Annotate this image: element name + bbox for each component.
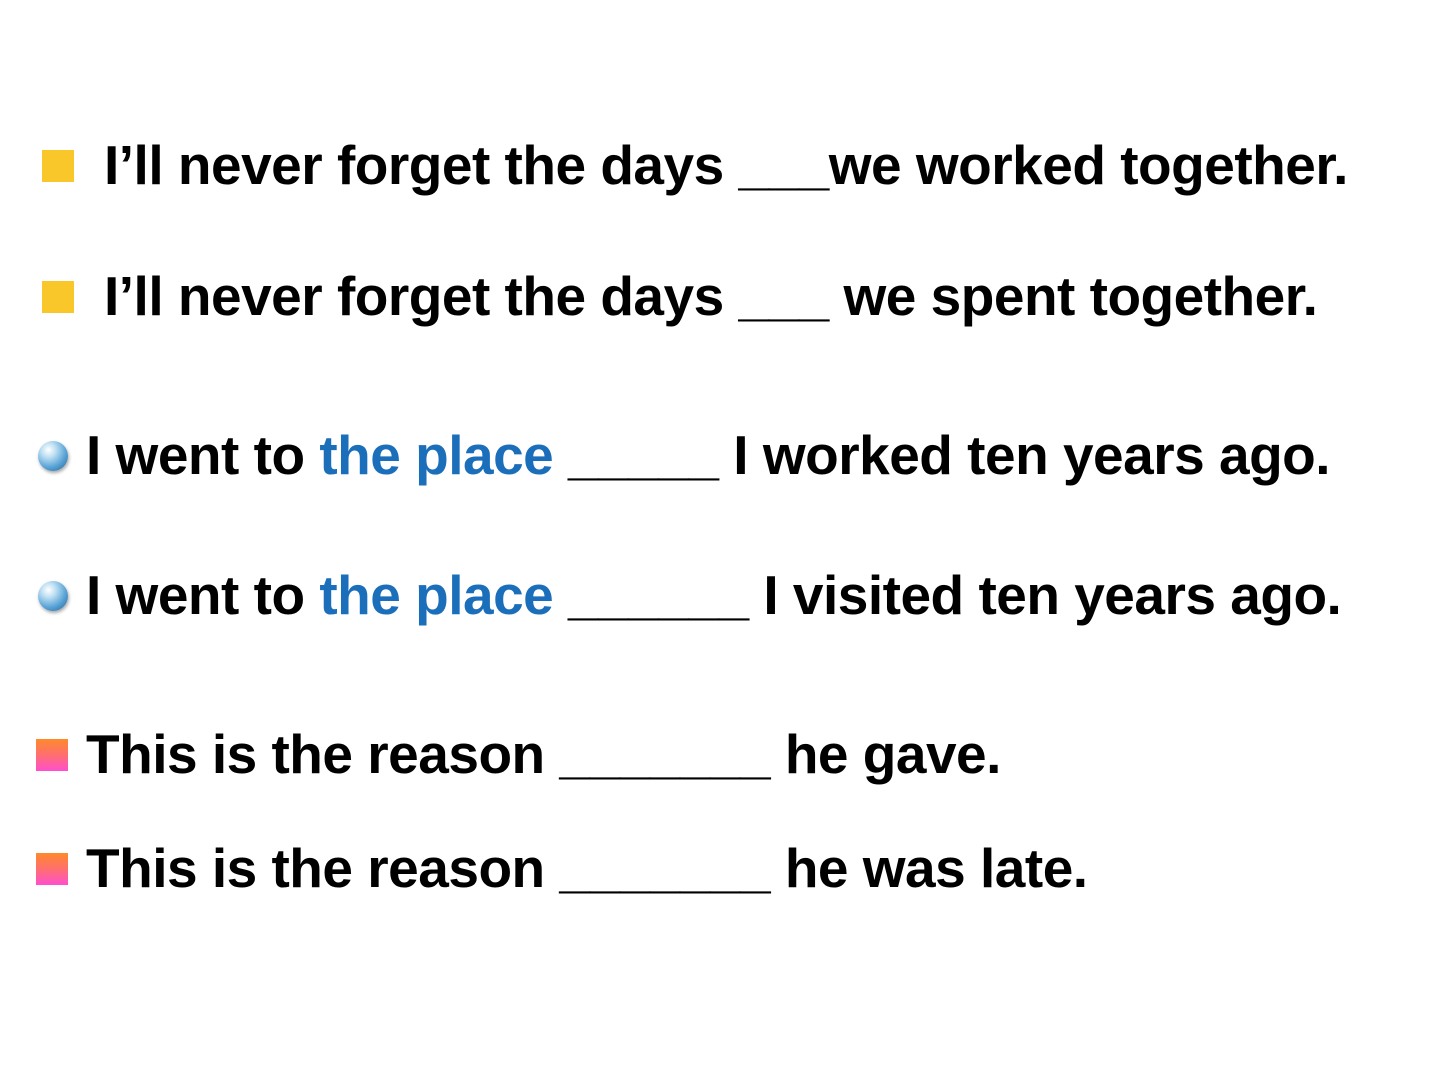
sentence-part-after: _____ I worked ten years ago. [553,424,1331,486]
sentence-part-before: I went to [86,564,320,626]
sentence-line-1: I’ll never forget the days ___we worked … [42,138,1348,193]
sentence-text: This is the reason _______ he was late. [86,837,1088,899]
sentence-part-before: I went to [86,424,320,486]
sentence-text: I’ll never forget the days ___we worked … [104,134,1348,196]
highlighted-phrase: the place [319,424,554,486]
ball-bullet-icon [38,580,68,611]
highlighted-phrase: the place [319,564,554,626]
sentence-part-after: ______ I visited ten years ago. [553,564,1342,626]
sentence-line-5: This is the reason _______ he gave. [36,727,1001,782]
sentence-line-3: I went to the place _____ I worked ten y… [38,428,1331,483]
sentence-text: I went to the place ______ I visited ten… [86,568,1342,623]
gradient-square-bullet-icon [36,852,68,885]
square-bullet-icon [42,280,74,313]
sentence-text: I’ll never forget the days ___ we spent … [104,265,1318,327]
gradient-square-bullet-icon [36,738,68,771]
sentence-line-2: I’ll never forget the days ___ we spent … [42,265,1318,327]
ball-bullet-icon [38,440,68,471]
sentence-line-4: I went to the place ______ I visited ten… [38,568,1342,623]
sentence-text: I went to the place _____ I worked ten y… [86,428,1331,483]
square-bullet-icon [42,149,74,182]
sentence-line-6: This is the reason _______ he was late. [36,841,1088,896]
sentence-text: This is the reason _______ he gave. [86,723,1001,785]
